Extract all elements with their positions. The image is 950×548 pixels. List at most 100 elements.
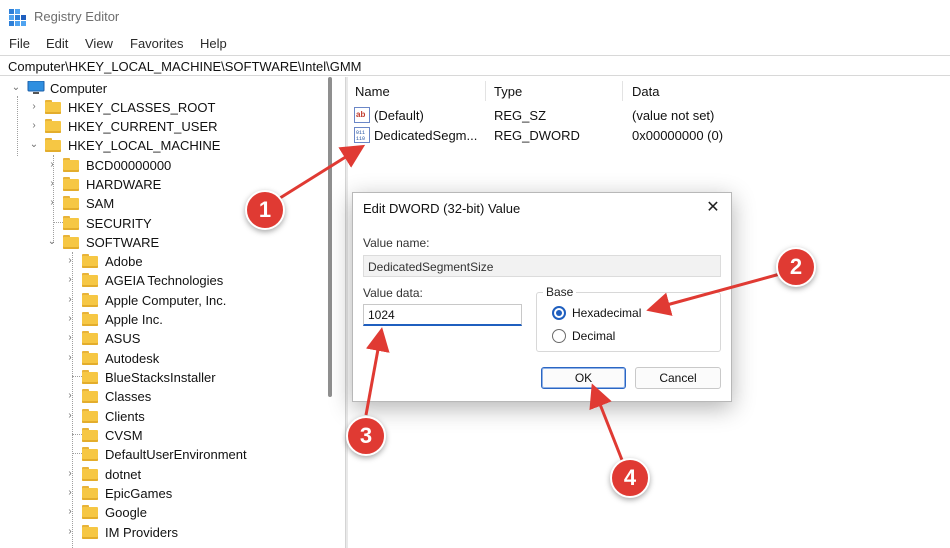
tree-item-adobe[interactable]: › Adobe [0, 252, 330, 271]
chevron-right-icon[interactable]: › [64, 410, 76, 422]
tree-item-im-providers[interactable]: › IM Providers [0, 523, 330, 542]
base-label: Base [543, 285, 577, 299]
folder-icon [82, 428, 98, 442]
folder-icon [63, 235, 79, 249]
tree-item-computer[interactable]: ⌄ Computer [0, 79, 330, 98]
menu-view[interactable]: View [85, 36, 113, 51]
tree-label: Apple Computer, Inc. [105, 293, 227, 308]
address-path[interactable]: Computer\HKEY_LOCAL_MACHINE\SOFTWARE\Int… [8, 59, 362, 74]
value-data: (value not set) [632, 108, 715, 123]
value-data-input[interactable]: 1024 [363, 304, 522, 326]
folder-icon [82, 505, 98, 519]
menu-favorites[interactable]: Favorites [130, 36, 183, 51]
tree-label: HKEY_LOCAL_MACHINE [68, 138, 221, 153]
value-row-default[interactable]: ab (Default) REG_SZ (value not set) [349, 105, 950, 125]
close-icon[interactable]: ✕ [703, 198, 723, 218]
folder-icon [45, 138, 61, 152]
chevron-down-icon[interactable]: ⌄ [46, 236, 58, 248]
menu-help[interactable]: Help [200, 36, 227, 51]
tree-item-clients[interactable]: › Clients [0, 407, 330, 426]
decimal-label[interactable]: Decimal [572, 329, 615, 343]
ok-button[interactable]: OK [541, 367, 626, 389]
tree-item-hkcr[interactable]: › HKEY_CLASSES_ROOT [0, 98, 330, 117]
pane-splitter[interactable] [345, 77, 348, 548]
tree-item-apple-inc[interactable]: › Apple Inc. [0, 310, 330, 329]
value-row-dedicatedsegmentsize[interactable]: 011 110 DedicatedSegm... REG_DWORD 0x0000… [349, 125, 950, 145]
address-bar[interactable]: Computer\HKEY_LOCAL_MACHINE\SOFTWARE\Int… [0, 55, 950, 76]
folder-icon [63, 216, 79, 230]
tree-label: dotnet [105, 467, 142, 482]
menu-edit[interactable]: Edit [46, 36, 68, 51]
tree-item-dotnet[interactable]: › dotnet [0, 465, 330, 484]
tree-item-hardware[interactable]: › HARDWARE [0, 175, 330, 194]
tree-item-hklm[interactable]: ⌄ HKEY_LOCAL_MACHINE [0, 136, 330, 155]
chevron-right-icon[interactable]: › [46, 159, 58, 171]
menu-file[interactable]: File [9, 36, 30, 51]
chevron-right-icon[interactable]: › [46, 197, 58, 209]
chevron-right-icon[interactable]: › [64, 468, 76, 480]
edit-dword-dialog: Edit DWORD (32-bit) Value ✕ Value name: … [352, 192, 732, 402]
key-tree[interactable]: ⌄ Computer › HKEY_CLASSES_ROOT › HKEY_CU… [0, 77, 338, 548]
tree-item-epicgames[interactable]: › EpicGames [0, 484, 330, 503]
chevron-right-icon[interactable]: › [64, 526, 76, 538]
tree-item-bluestacks[interactable]: BlueStacksInstaller [0, 368, 330, 387]
value-name-text: DedicatedSegmentSize [368, 260, 494, 274]
column-header-name[interactable]: Name [355, 84, 390, 99]
folder-icon [63, 158, 79, 172]
tree-label: Computer [50, 81, 108, 96]
chevron-right-icon[interactable]: › [64, 352, 76, 364]
chevron-right-icon[interactable]: › [64, 294, 76, 306]
tree-connector [72, 376, 82, 377]
step-2-badge: 2 [776, 247, 816, 287]
title-bar: Registry Editor [0, 0, 950, 34]
folder-icon [82, 389, 98, 403]
base-group [536, 292, 721, 352]
binary-value-icon: 011 110 [354, 127, 370, 143]
chevron-down-icon[interactable]: ⌄ [28, 139, 40, 151]
tree-item-software[interactable]: ⌄ SOFTWARE [0, 233, 330, 252]
hexadecimal-label[interactable]: Hexadecimal [572, 306, 641, 320]
column-divider[interactable] [622, 81, 623, 101]
folder-icon [45, 119, 61, 133]
tree-item-asus[interactable]: › ASUS [0, 329, 330, 348]
menu-bar: File Edit View Favorites Help [0, 34, 950, 54]
radio-decimal[interactable] [552, 329, 566, 343]
tree-item-apple-computer[interactable]: › Apple Computer, Inc. [0, 291, 330, 310]
chevron-down-icon[interactable]: ⌄ [10, 82, 22, 94]
column-header-data[interactable]: Data [632, 84, 659, 99]
tree-item-google[interactable]: › Google [0, 503, 330, 522]
tree-scrollbar[interactable] [328, 77, 332, 397]
chevron-right-icon[interactable]: › [46, 178, 58, 190]
chevron-right-icon[interactable]: › [64, 313, 76, 325]
tree-label: Classes [105, 389, 152, 404]
tree-item-defaultuserenvironment[interactable]: DefaultUserEnvironment [0, 445, 330, 464]
tree-item-autodesk[interactable]: › Autodesk [0, 349, 330, 368]
tree-item-bcd[interactable]: › BCD00000000 [0, 156, 330, 175]
chevron-right-icon[interactable]: › [64, 255, 76, 267]
chevron-right-icon[interactable]: › [64, 332, 76, 344]
value-data-text[interactable]: 1024 [368, 308, 395, 322]
chevron-right-icon[interactable]: › [64, 487, 76, 499]
chevron-right-icon[interactable]: › [64, 506, 76, 518]
chevron-right-icon[interactable]: › [28, 120, 40, 132]
tree-item-classes[interactable]: › Classes [0, 387, 330, 406]
radio-hexadecimal[interactable] [552, 306, 566, 320]
computer-icon [27, 81, 45, 94]
chevron-right-icon[interactable]: › [64, 274, 76, 286]
tree-item-hkcu[interactable]: › HKEY_CURRENT_USER [0, 117, 330, 136]
tree-label: HKEY_CURRENT_USER [68, 119, 218, 134]
tree-item-cvsm[interactable]: CVSM [0, 426, 330, 445]
cancel-button[interactable]: Cancel [635, 367, 721, 389]
folder-icon [82, 447, 98, 461]
value-data: 0x00000000 (0) [632, 128, 724, 143]
tree-item-ageia[interactable]: › AGEIA Technologies [0, 271, 330, 290]
chevron-right-icon[interactable]: › [64, 390, 76, 402]
dialog-title: Edit DWORD (32-bit) Value [363, 201, 521, 216]
chevron-right-icon[interactable]: › [28, 101, 40, 113]
column-divider[interactable] [485, 81, 486, 101]
tree-label: Clients [105, 409, 145, 424]
tree-label: Adobe [105, 254, 143, 269]
column-header-type[interactable]: Type [494, 84, 522, 99]
folder-icon [82, 293, 98, 307]
folder-icon [63, 196, 79, 210]
